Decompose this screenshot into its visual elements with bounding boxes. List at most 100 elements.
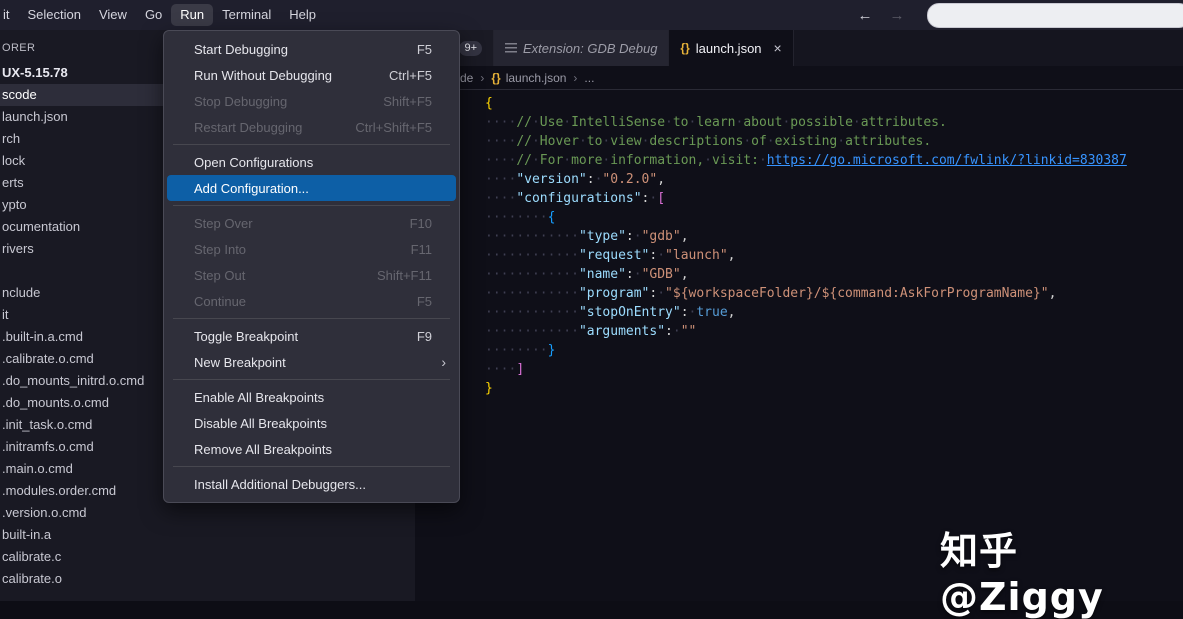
run-menu-dropdown: Start DebuggingF5Run Without DebuggingCt…: [163, 30, 460, 503]
whitespace-dot: ·: [532, 343, 540, 358]
menubar-item-it[interactable]: it: [0, 4, 19, 26]
whitespace-dot: ·: [493, 343, 501, 358]
explorer-item-calibrate-o[interactable]: calibrate.o: [0, 568, 415, 590]
breadcrumb-segment[interactable]: {}launch.json: [491, 71, 566, 85]
menubar-item-view[interactable]: View: [90, 4, 136, 26]
code-line: ············"stopOnEntry":·true,: [485, 303, 1183, 322]
search-box[interactable]: [927, 3, 1183, 28]
whitespace-dot: ·: [532, 324, 540, 339]
whitespace-dot: ·: [516, 324, 524, 339]
whitespace-dot: ·: [743, 134, 751, 149]
explorer-item-version-o-cmd[interactable]: .version.o.cmd: [0, 502, 415, 524]
menu-item-label: Remove All Breakpoints: [194, 442, 332, 457]
whitespace-dot: ·: [673, 324, 681, 339]
menu-item-open-configurations[interactable]: Open Configurations: [167, 149, 456, 175]
close-tab-icon[interactable]: ×: [774, 40, 782, 56]
tab-launch-json[interactable]: {}launch.json×: [669, 30, 793, 66]
menubar-item-help[interactable]: Help: [280, 4, 325, 26]
whitespace-dot: ·: [532, 248, 540, 263]
editor-area: ain.c9+Extension: GDB Debug{}launch.json…: [415, 30, 1183, 601]
whitespace-dot: ·: [540, 343, 548, 358]
code-line: ············"arguments":·"": [485, 322, 1183, 341]
menu-item-run-without-debugging[interactable]: Run Without DebuggingCtrl+F5: [167, 62, 456, 88]
code-line: ····//·Hover·to·view·descriptions·of·exi…: [485, 132, 1183, 151]
breadcrumb: de›{}launch.json›...: [415, 66, 1183, 90]
whitespace-dot: ·: [665, 115, 673, 130]
code-line: ····//·For·more·information,·visit:·http…: [485, 151, 1183, 170]
menu-item-new-breakpoint[interactable]: New Breakpoint›: [167, 349, 456, 375]
tab-extension-gdb-debug[interactable]: Extension: GDB Debug: [494, 30, 669, 66]
menu-item-shortcut: F5: [417, 294, 432, 309]
menu-item-enable-all-breakpoints[interactable]: Enable All Breakpoints: [167, 384, 456, 410]
explorer-item-calibrate-c[interactable]: calibrate.c: [0, 546, 415, 568]
whitespace-dot: ·: [516, 229, 524, 244]
whitespace-dot: ·: [532, 115, 540, 130]
whitespace-dot: ·: [571, 286, 579, 301]
tab-label: launch.json: [696, 41, 762, 56]
whitespace-dot: ·: [532, 229, 540, 244]
whitespace-dot: ·: [532, 134, 540, 149]
whitespace-dot: ·: [524, 343, 532, 358]
whitespace-dot: ·: [485, 267, 493, 282]
menu-item-remove-all-breakpoints[interactable]: Remove All Breakpoints: [167, 436, 456, 462]
whitespace-dot: ·: [657, 286, 665, 301]
menu-item-install-additional-debuggers[interactable]: Install Additional Debuggers...: [167, 471, 456, 497]
menu-item-toggle-breakpoint[interactable]: Toggle BreakpointF9: [167, 323, 456, 349]
menu-item-label: Install Additional Debuggers...: [194, 477, 366, 492]
breadcrumb-segment[interactable]: ...: [584, 71, 594, 85]
whitespace-dot: ·: [540, 267, 548, 282]
code-line: ············"request":·"launch",: [485, 246, 1183, 265]
menu-bar: itSelectionViewGoRunTerminalHelp ← →: [0, 0, 1183, 30]
whitespace-dot: ·: [485, 115, 493, 130]
menubar-item-terminal[interactable]: Terminal: [213, 4, 280, 26]
code-line: {: [485, 94, 1183, 113]
whitespace-dot: ·: [516, 267, 524, 282]
whitespace-dot: ·: [532, 267, 540, 282]
menu-item-shortcut: Shift+F11: [377, 268, 432, 283]
menu-item-add-configuration[interactable]: Add Configuration...: [167, 175, 456, 201]
menubar-item-selection[interactable]: Selection: [19, 4, 90, 26]
menu-item-shortcut: Ctrl+Shift+F5: [355, 120, 432, 135]
whitespace-dot: ·: [485, 324, 493, 339]
whitespace-dot: ·: [563, 324, 571, 339]
whitespace-dot: ·: [540, 305, 548, 320]
menu-item-disable-all-breakpoints[interactable]: Disable All Breakpoints: [167, 410, 456, 436]
code-line: ········}: [485, 341, 1183, 360]
code-line: ····//·Use·IntelliSense·to·learn·about·p…: [485, 113, 1183, 132]
menubar-item-go[interactable]: Go: [136, 4, 171, 26]
whitespace-dot: ·: [704, 153, 712, 168]
menu-item-label: Open Configurations: [194, 155, 313, 170]
whitespace-dot: ·: [634, 267, 642, 282]
explorer-item-built-in-a[interactable]: built-in.a: [0, 524, 415, 546]
code-line: ············"type":·"gdb",: [485, 227, 1183, 246]
menu-item-shortcut: F10: [410, 216, 432, 231]
whitespace-dot: ·: [493, 362, 501, 377]
menu-item-label: Stop Debugging: [194, 94, 287, 109]
menu-item-label: Start Debugging: [194, 42, 288, 57]
whitespace-dot: ·: [759, 153, 767, 168]
whitespace-dot: ·: [516, 286, 524, 301]
whitespace-dot: ·: [634, 229, 642, 244]
code-line: }: [485, 379, 1183, 398]
whitespace-dot: ·: [516, 210, 524, 225]
whitespace-dot: ·: [571, 324, 579, 339]
whitespace-dot: ·: [540, 248, 548, 263]
whitespace-dot: ·: [485, 134, 493, 149]
whitespace-dot: ·: [485, 305, 493, 320]
breadcrumb-separator-icon: ›: [480, 71, 484, 85]
menubar-item-run[interactable]: Run: [171, 4, 213, 26]
whitespace-dot: ·: [493, 191, 501, 206]
menu-separator: [173, 205, 450, 206]
whitespace-dot: ·: [767, 134, 775, 149]
nav-back-icon[interactable]: ←: [849, 7, 881, 24]
menu-item-label: Step Out: [194, 268, 245, 283]
menu-item-shortcut: Ctrl+F5: [389, 68, 432, 83]
whitespace-dot: ·: [485, 362, 493, 377]
menu-item-start-debugging[interactable]: Start DebuggingF5: [167, 36, 456, 62]
whitespace-dot: ·: [493, 324, 501, 339]
nav-forward-icon[interactable]: →: [881, 7, 913, 24]
submenu-chevron-icon: ›: [441, 354, 446, 370]
whitespace-dot: ·: [485, 191, 493, 206]
breadcrumb-segment[interactable]: de: [460, 71, 473, 85]
whitespace-dot: ·: [485, 248, 493, 263]
